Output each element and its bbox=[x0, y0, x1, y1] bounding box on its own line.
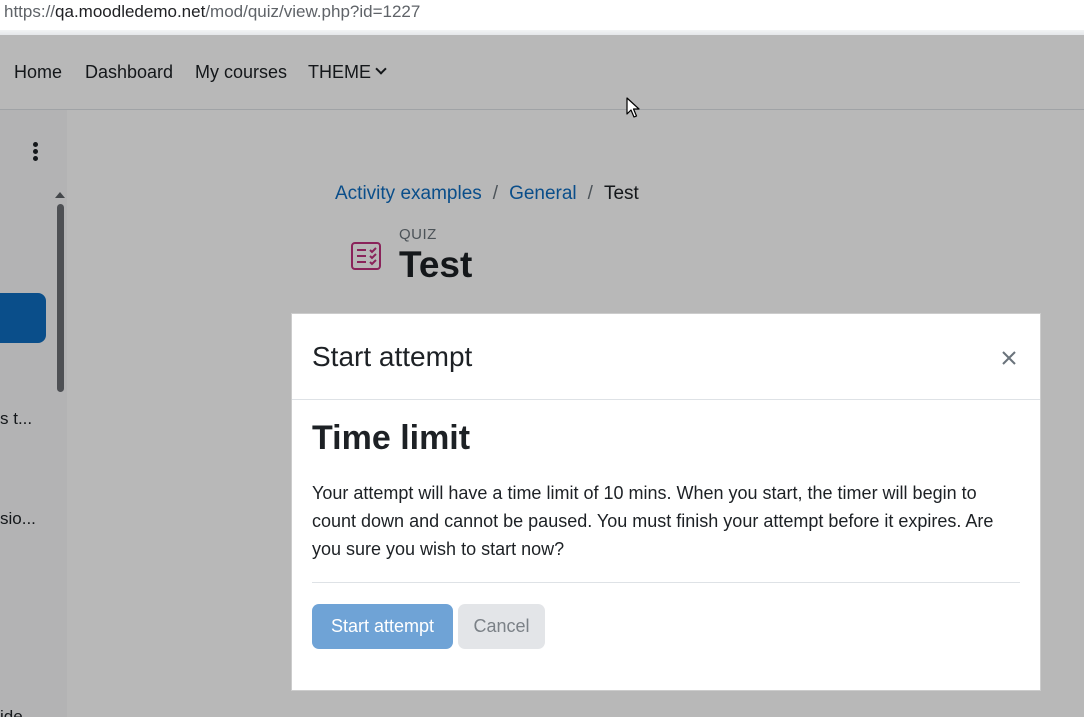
url-prefix: https:// bbox=[4, 2, 56, 21]
mouse-pointer-icon bbox=[626, 97, 640, 118]
time-limit-heading: Time limit bbox=[312, 419, 471, 457]
modal-header: Start attempt bbox=[292, 314, 1040, 400]
browser-url-bar[interactable]: https://qa.moodledemo.net/mod/quiz/view.… bbox=[0, 0, 1084, 30]
url-path: /mod/quiz/view.php?id=1227 bbox=[205, 2, 421, 21]
modal-divider bbox=[312, 582, 1020, 583]
time-limit-message: Your attempt will have a time limit of 1… bbox=[312, 483, 994, 559]
start-attempt-button[interactable]: Start attempt bbox=[312, 604, 453, 649]
close-icon[interactable] bbox=[998, 347, 1020, 369]
url-host: qa.moodledemo.net bbox=[55, 2, 206, 21]
start-attempt-dialog: Start attempt Time limit Your attempt wi… bbox=[291, 313, 1041, 691]
modal-title: Start attempt bbox=[312, 341, 473, 372]
cancel-button[interactable]: Cancel bbox=[458, 604, 545, 649]
moodle-quiz-page: https://qa.moodledemo.net/mod/quiz/view.… bbox=[0, 0, 1084, 717]
